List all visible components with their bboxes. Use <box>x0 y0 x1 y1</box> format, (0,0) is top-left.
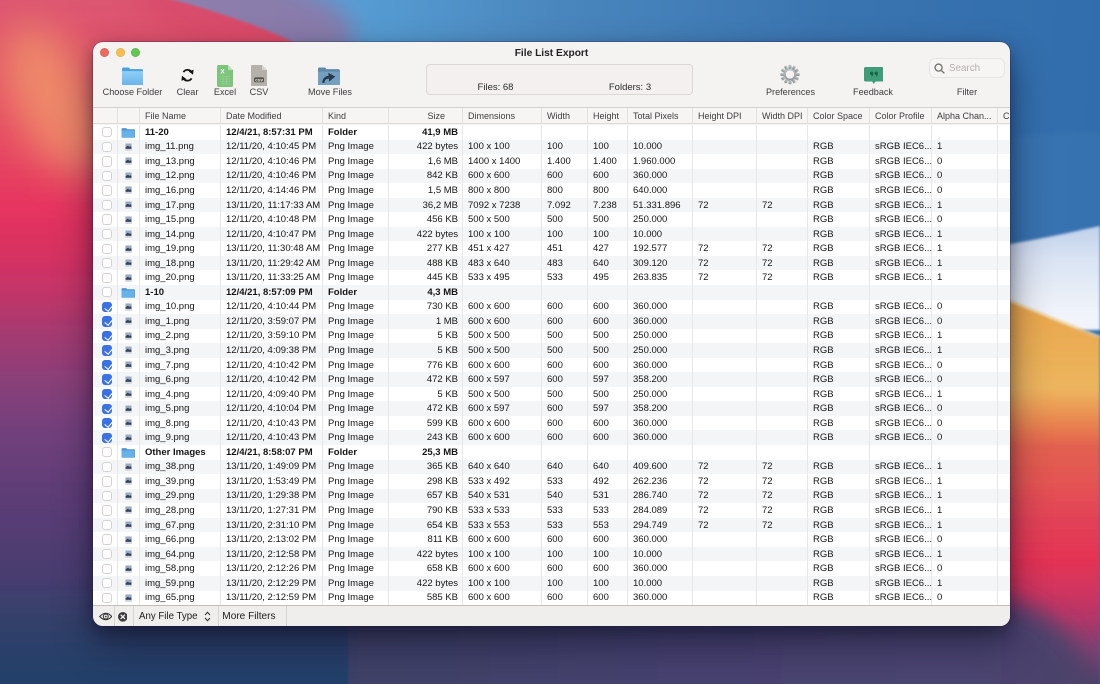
svg-text:X: X <box>220 68 225 75</box>
svg-text:csv: csv <box>255 77 263 82</box>
